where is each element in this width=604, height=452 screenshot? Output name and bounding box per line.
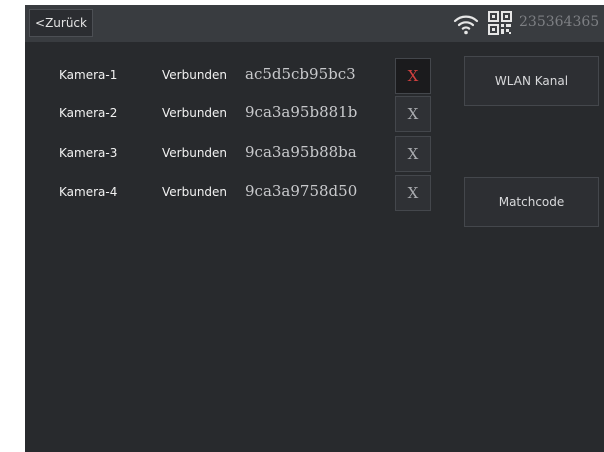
camera-row-2: Kamera-2 Verbunden 9ca3a95b881b X [25,95,465,133]
camera-row-1: Kamera-1 Verbunden ac5d5cb95bc3 X [25,57,465,95]
camera-status: Verbunden [162,146,228,160]
camera-remove-button[interactable]: X [395,175,431,211]
back-button[interactable]: <Zurück [29,9,93,37]
matchcode-button[interactable]: Matchcode [464,177,599,227]
camera-remove-button[interactable]: X [395,96,431,132]
camera-name: Kamera-3 [59,146,118,160]
device-id: 235364365 [519,14,600,30]
camera-status: Verbunden [162,185,228,199]
camera-name: Kamera-2 [59,106,118,120]
wifi-icon [453,15,479,35]
qr-code-icon[interactable] [488,11,512,35]
camera-mac: 9ca3a95b881b [245,103,358,121]
top-bar: <Zurück 235364365 [25,5,604,42]
camera-row-3: Kamera-3 Verbunden 9ca3a95b88ba X [25,135,465,173]
camera-remove-button[interactable]: X [395,58,431,94]
camera-settings-screen: <Zurück 235364365 Kamera-1 Verbunden ac5… [25,5,604,452]
camera-mac: 9ca3a9758d50 [245,182,358,200]
camera-remove-button[interactable]: X [395,136,431,172]
wlan-channel-button[interactable]: WLAN Kanal [464,56,599,106]
camera-status: Verbunden [162,68,228,82]
camera-mac: ac5d5cb95bc3 [245,65,356,83]
camera-mac: 9ca3a95b88ba [245,143,357,161]
camera-name: Kamera-4 [59,185,118,199]
camera-name: Kamera-1 [59,68,118,82]
camera-row-4: Kamera-4 Verbunden 9ca3a9758d50 X [25,174,465,212]
camera-status: Verbunden [162,106,228,120]
